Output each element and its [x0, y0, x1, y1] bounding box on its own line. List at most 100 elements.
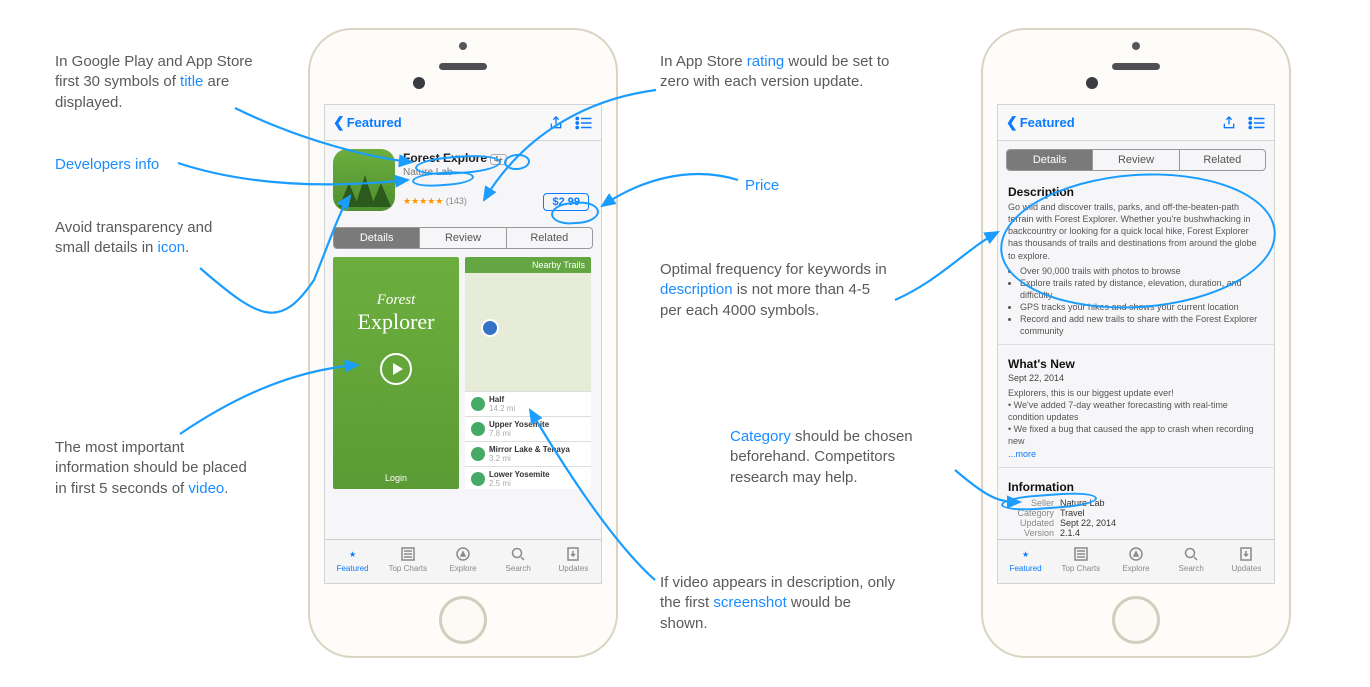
home-button[interactable]	[1112, 596, 1160, 644]
tab-explore[interactable]: Explore	[1108, 540, 1163, 583]
highlight: description	[660, 281, 733, 298]
whatsnew-date: Sept 22, 2014	[998, 373, 1274, 383]
phone-speaker-area	[310, 58, 616, 76]
callout-screenshot: If video appears in description, only th…	[660, 573, 900, 634]
video-title-1: Forest	[377, 292, 416, 309]
speaker-icon	[1112, 63, 1160, 70]
segmented-control[interactable]: Details Review Related	[1006, 149, 1266, 171]
text: In App Store	[660, 53, 747, 70]
trail-name: Upper Yosemite	[489, 420, 549, 429]
callout-price: Price	[745, 176, 779, 196]
tab-top-charts[interactable]: Top Charts	[1053, 540, 1108, 583]
tab-search[interactable]: Search	[1164, 540, 1219, 583]
list-icon[interactable]	[1248, 114, 1266, 132]
star-icon: ★	[998, 544, 1053, 564]
tab-label: Updates	[1232, 564, 1262, 573]
text: Explorers, this is our biggest update ev…	[1008, 388, 1174, 398]
callout-icon: Avoid transparency and small details in …	[55, 218, 235, 259]
share-icon[interactable]	[547, 114, 565, 132]
share-icon[interactable]	[1220, 114, 1238, 132]
compass-icon	[435, 544, 490, 564]
text: .	[224, 480, 228, 497]
text: We've added 7-day weather forecasting wi…	[1008, 400, 1228, 422]
divider	[998, 467, 1274, 468]
tab-label: Explore	[449, 564, 476, 573]
map-area	[465, 273, 591, 391]
segment-review[interactable]: Review	[419, 228, 505, 248]
text: .	[185, 239, 189, 256]
tab-explore[interactable]: Explore	[435, 540, 490, 583]
highlight: Category	[730, 428, 791, 445]
screenshot-1[interactable]: Nearby Trails Half14.2 mi Upper Yosemite…	[465, 257, 591, 489]
trail-name: Mirror Lake & Tenaya	[489, 445, 570, 454]
highlight: video	[188, 480, 224, 497]
divider	[998, 344, 1274, 345]
callout-video: The most important information should be…	[55, 438, 255, 499]
callout-category: Category should be chosen beforehand. Co…	[730, 427, 955, 488]
tab-updates[interactable]: Updates	[546, 540, 601, 583]
tab-top-charts[interactable]: Top Charts	[380, 540, 435, 583]
video-preview[interactable]: Forest Explorer Login	[333, 257, 459, 489]
trail-name: Lower Yosemite	[489, 470, 550, 479]
stars-icon: ★★★★★	[403, 196, 443, 206]
back-label[interactable]: Featured	[1020, 115, 1075, 130]
tab-label: Explore	[1122, 564, 1149, 573]
callout-rating: In App Store rating would be set to zero…	[660, 52, 890, 93]
text: Optimal frequency for keywords in	[660, 261, 887, 278]
back-chevron-icon[interactable]: ❮	[333, 114, 345, 131]
download-icon	[546, 544, 601, 564]
callout-description: Optimal frequency for keywords in descri…	[660, 260, 890, 321]
highlight: screenshot	[713, 594, 786, 611]
segmented-control[interactable]: Details Review Related	[333, 227, 593, 249]
tree-icon	[371, 183, 391, 207]
segment-related[interactable]: Related	[506, 228, 592, 248]
info-row-category: CategoryTravel	[1008, 508, 1264, 518]
app-icon[interactable]	[333, 149, 395, 211]
segment-review[interactable]: Review	[1092, 150, 1178, 170]
trail-row: Half14.2 mi	[465, 391, 591, 416]
tab-label: Updates	[559, 564, 589, 573]
tab-label: Featured	[1010, 564, 1042, 573]
download-icon	[1219, 544, 1274, 564]
highlight: title	[180, 73, 203, 90]
list-icon	[380, 544, 435, 564]
camera-icon	[1086, 77, 1098, 89]
info-row-version: Version2.1.4	[1008, 528, 1264, 538]
tab-search[interactable]: Search	[491, 540, 546, 583]
back-label[interactable]: Featured	[347, 115, 402, 130]
tab-label: Search	[1179, 564, 1204, 573]
whatsnew-body: Explorers, this is our biggest update ev…	[998, 387, 1274, 448]
trail-dot-icon	[471, 397, 485, 411]
search-icon	[1164, 544, 1219, 564]
compass-icon	[1108, 544, 1163, 564]
tabbar: ★Featured Top Charts Explore Search Upda…	[325, 539, 601, 583]
segment-related[interactable]: Related	[1179, 150, 1265, 170]
segment-details[interactable]: Details	[334, 228, 419, 248]
list-icon[interactable]	[575, 114, 593, 132]
more-link[interactable]: ...more	[998, 447, 1274, 461]
sensor-dot	[1132, 42, 1140, 50]
trail-dot-icon	[471, 422, 485, 436]
tab-updates[interactable]: Updates	[1219, 540, 1274, 583]
callout-title: In Google Play and App Store first 30 sy…	[55, 52, 265, 113]
tab-label: Featured	[337, 564, 369, 573]
play-icon[interactable]	[380, 353, 412, 385]
text: We fixed a bug that caused the app to cr…	[1008, 424, 1254, 446]
back-chevron-icon[interactable]: ❮	[1006, 114, 1018, 131]
trail-row: Lower Yosemite2.5 mi	[465, 466, 591, 489]
search-icon	[491, 544, 546, 564]
sensor-dot	[459, 42, 467, 50]
highlight: Price	[745, 177, 779, 194]
segment-details[interactable]: Details	[1007, 150, 1092, 170]
callout-developers-info: Developers info	[55, 155, 159, 175]
phone-right: ❮ Featured Details Review Related Descri…	[981, 28, 1291, 658]
tabbar: ★Featured Top Charts Explore Search Upda…	[998, 539, 1274, 583]
navbar: ❮ Featured	[998, 105, 1274, 141]
home-button[interactable]	[439, 596, 487, 644]
camera-icon	[413, 77, 425, 89]
highlight: Developers info	[55, 156, 159, 173]
screenshots-row[interactable]: Forest Explorer Login Nearby Trails Half…	[325, 257, 601, 489]
trail-dot-icon	[471, 447, 485, 461]
tab-featured[interactable]: ★Featured	[325, 540, 380, 583]
tab-featured[interactable]: ★Featured	[998, 540, 1053, 583]
